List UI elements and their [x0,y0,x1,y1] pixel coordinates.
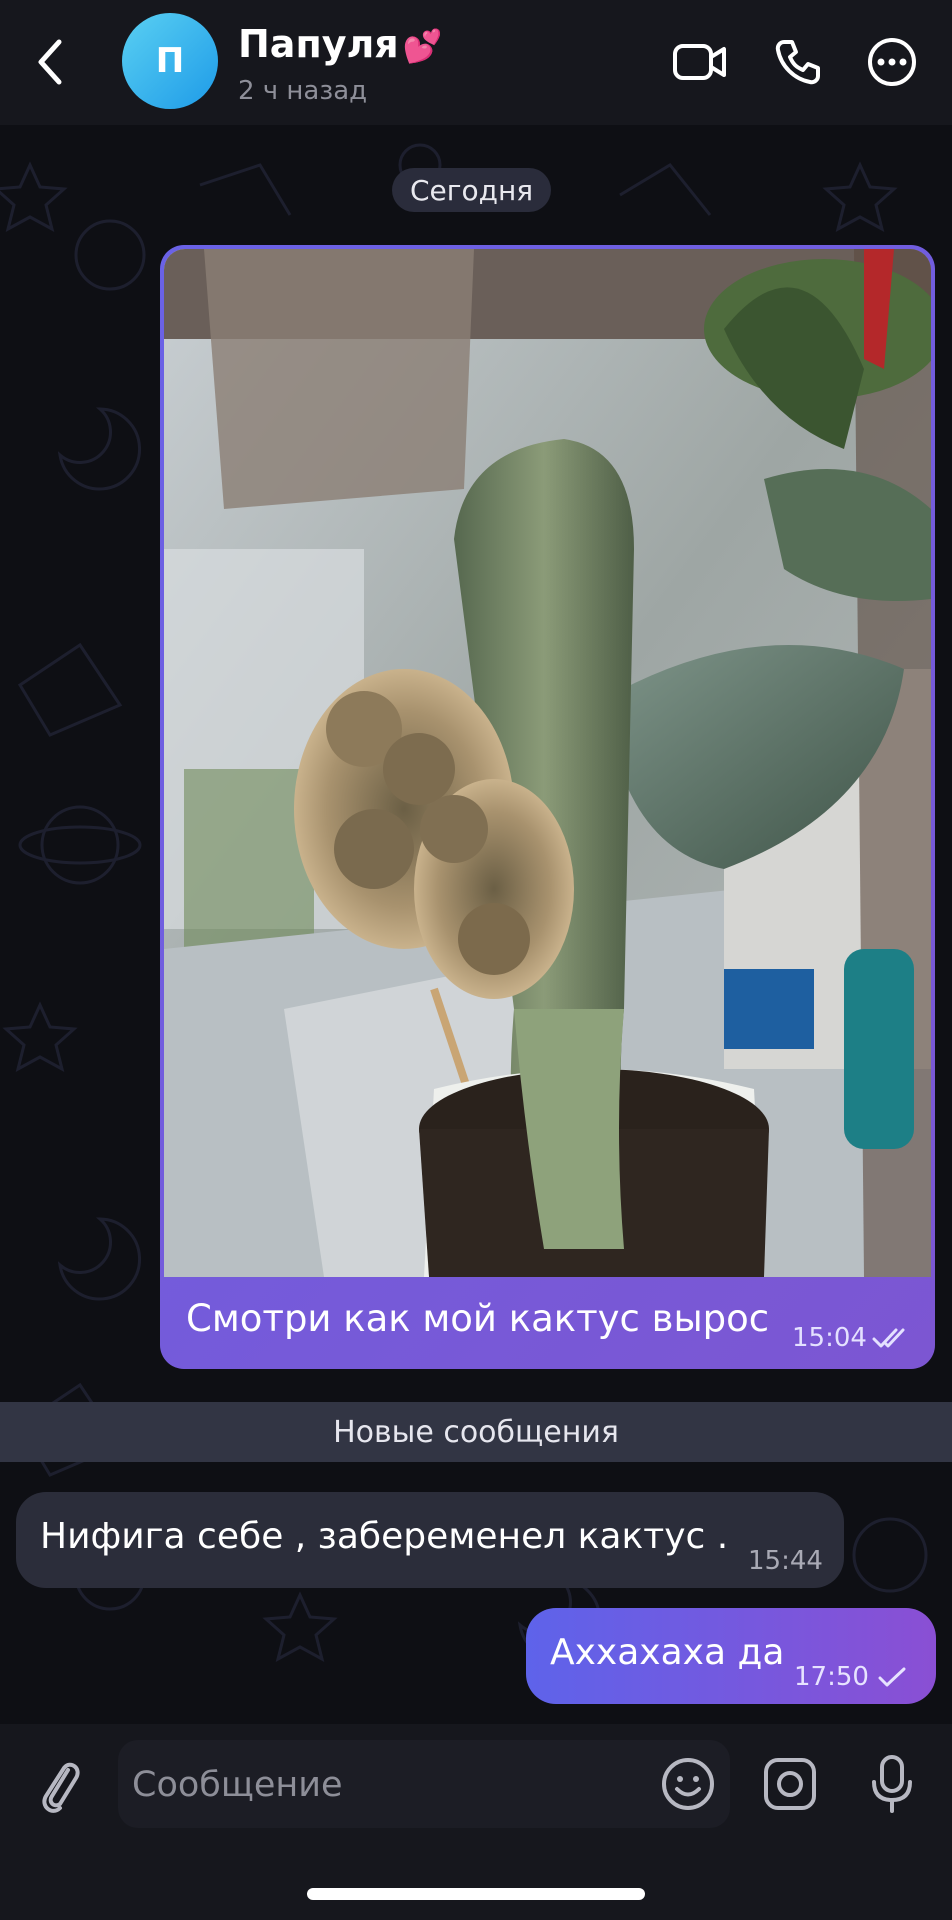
voice-call-button[interactable] [770,36,826,88]
video-call-button[interactable] [672,36,728,88]
emoji-icon[interactable] [660,1756,716,1812]
message-time: 15:04 [792,1323,867,1353]
message-composer [0,1724,952,1920]
avatar-letter: П [155,41,185,81]
new-messages-label: Новые сообщения [333,1414,619,1450]
instagram-camera-icon[interactable] [762,1756,818,1812]
heart-emoji: 💕 [402,27,443,65]
phone-icon [775,40,820,85]
message-time: 15:44 [748,1546,823,1576]
paperclip-icon [42,1762,80,1813]
photo-caption: Смотри как мой кактус вырос [186,1297,770,1340]
contact-name[interactable]: Папуля 💕 [238,22,443,66]
check-icon [878,1667,906,1687]
message-input-container[interactable] [118,1740,730,1830]
home-indicator [307,1888,645,1900]
cactus-photo [164,249,931,1277]
contact-name-text: Папуля [238,22,399,66]
last-seen-status: 2 ч назад [238,76,368,106]
incoming-message-bubble[interactable]: Нифига себе , забеременел кактус . 15:44 [16,1492,844,1588]
back-button[interactable] [30,34,70,90]
outgoing-message-bubble[interactable]: Аххахаха да 17:50 [526,1608,936,1704]
new-messages-divider: Новые сообщения [0,1402,952,1462]
microphone-icon[interactable] [866,1754,918,1814]
photo-attachment[interactable] [164,249,931,1277]
chevron-left-icon [38,39,62,85]
video-camera-icon [673,44,726,80]
attach-button[interactable] [34,1754,86,1816]
message-time: 17:50 [794,1662,869,1692]
message-text: Нифига себе , забеременел кактус . [40,1516,729,1557]
chat-header: П Папуля 💕 2 ч назад [0,0,952,125]
message-input[interactable] [130,1740,634,1830]
avatar[interactable]: П [122,13,218,109]
message-text: Аххахаха да [550,1632,785,1673]
more-options-button[interactable] [864,36,920,88]
date-separator: Сегодня [392,168,552,212]
more-horizontal-icon [868,38,916,86]
photo-message-bubble[interactable]: Смотри как мой кактус вырос 15:04 [160,245,935,1369]
double-check-icon [872,1328,905,1348]
